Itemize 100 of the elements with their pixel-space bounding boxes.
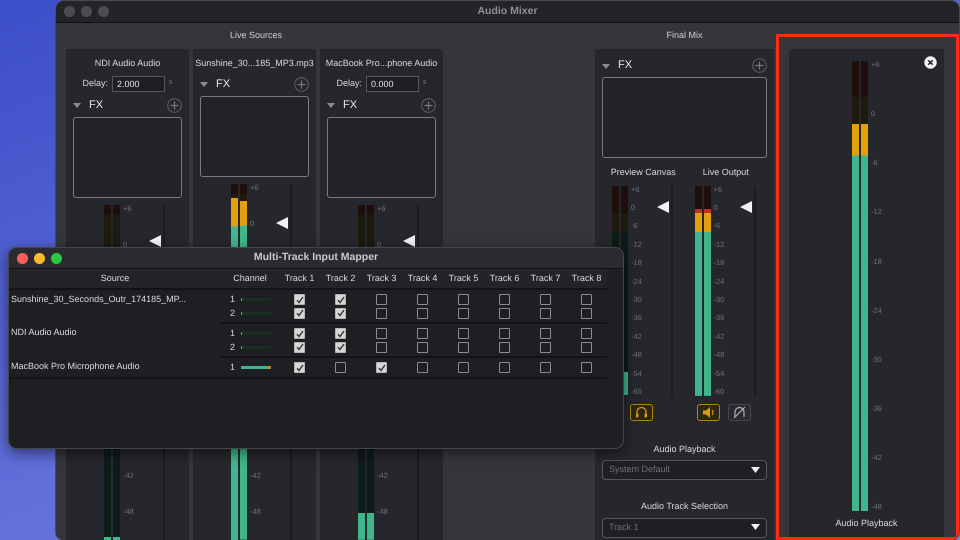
checkbox[interactable] <box>376 342 387 353</box>
checkbox[interactable] <box>581 294 592 306</box>
checkbox[interactable] <box>417 342 428 353</box>
checkbox[interactable] <box>417 328 428 340</box>
channel-number: 1 <box>230 293 236 306</box>
headphones-toggle[interactable] <box>630 404 653 420</box>
channel-number: 2 <box>230 340 236 354</box>
check-icon <box>378 364 386 372</box>
delay-input[interactable]: 0.000 <box>366 76 419 92</box>
channel-number: 2 <box>230 306 236 320</box>
checkbox[interactable] <box>540 308 551 319</box>
check-icon <box>296 364 304 372</box>
column-header: Track 4 <box>402 269 443 289</box>
section-heading: Live Sources <box>230 29 282 42</box>
add-icon[interactable] <box>294 76 309 92</box>
slashed-arc-toggle[interactable] <box>728 404 750 420</box>
column-header: Track 6 <box>484 269 525 289</box>
checkbox[interactable] <box>376 308 387 319</box>
checkbox[interactable] <box>540 294 551 306</box>
checkbox[interactable] <box>335 294 346 306</box>
caret-icon <box>751 466 760 474</box>
checkbox[interactable] <box>335 342 346 353</box>
window-title: Multi-Track Input Mapper <box>254 250 378 266</box>
checkbox[interactable] <box>376 294 387 306</box>
checkbox[interactable] <box>294 362 305 374</box>
checkbox[interactable] <box>499 308 510 319</box>
checkbox[interactable] <box>458 362 469 374</box>
checkbox[interactable] <box>294 328 305 340</box>
checkbox[interactable] <box>376 362 387 374</box>
checkbox[interactable] <box>335 362 346 374</box>
checkbox[interactable] <box>499 294 510 306</box>
disclosure-caret-icon[interactable] <box>327 101 335 109</box>
fx-label: FX <box>89 98 104 113</box>
column-header: Track 7 <box>525 269 566 289</box>
source-name: Sunshine_30...185_MP3.mp3 <box>195 57 314 70</box>
add-icon[interactable] <box>421 98 436 112</box>
checkbox[interactable] <box>376 328 387 340</box>
column-header: Source <box>9 269 221 289</box>
add-icon[interactable] <box>167 98 182 112</box>
checkbox[interactable] <box>294 342 305 353</box>
checkbox[interactable] <box>499 362 510 374</box>
checkbox[interactable] <box>417 362 428 374</box>
checkbox[interactable] <box>458 342 469 353</box>
fader-handle[interactable] <box>740 200 752 212</box>
output-label: Preview Canvas <box>610 166 676 179</box>
field-label: Audio Track Selection <box>640 500 728 513</box>
checkbox[interactable] <box>335 328 346 340</box>
disclosure-caret-icon[interactable] <box>73 101 81 109</box>
delay-label: Delay: <box>82 76 108 90</box>
slashed-arc-icon <box>732 404 746 420</box>
meter-caption: Audio Playback <box>835 517 898 530</box>
fader-handle[interactable] <box>276 216 288 229</box>
checkbox[interactable] <box>499 328 510 340</box>
checkbox[interactable] <box>458 308 469 319</box>
section-heading: Final Mix <box>666 29 702 42</box>
output-label: Live Output <box>702 166 749 179</box>
checkbox[interactable] <box>417 308 428 319</box>
column-header: Track 5 <box>443 269 484 289</box>
checkbox[interactable] <box>581 308 592 319</box>
column-header: Track 3 <box>361 269 402 289</box>
fader-handle[interactable] <box>657 200 669 212</box>
checkbox[interactable] <box>581 362 592 374</box>
field-label: Audio Playback <box>653 442 716 456</box>
add-icon[interactable] <box>752 58 767 73</box>
checkbox[interactable] <box>540 342 551 353</box>
delay-input[interactable]: 2.000 <box>112 76 165 92</box>
column-header: Track 1 <box>279 269 320 289</box>
source-name: NDI Audio Audio <box>9 323 221 357</box>
checkbox[interactable] <box>417 294 428 306</box>
minimize-button[interactable] <box>34 252 45 264</box>
close-icon[interactable] <box>924 56 937 69</box>
fader-handle[interactable] <box>149 235 161 248</box>
checkbox[interactable] <box>294 308 305 319</box>
close-button[interactable] <box>17 252 28 264</box>
speaker-icon <box>700 404 716 420</box>
column-header: Track 2 <box>320 269 361 289</box>
checkbox[interactable] <box>458 328 469 340</box>
disclosure-caret-icon[interactable] <box>602 62 610 70</box>
fx-label: FX <box>618 58 632 74</box>
checkbox[interactable] <box>458 294 469 306</box>
disclosure-caret-icon[interactable] <box>200 80 208 88</box>
source-name: MacBook Pro...phone Audio <box>326 57 438 70</box>
checkbox[interactable] <box>335 308 346 319</box>
window-title: Audio Mixer <box>477 4 538 19</box>
column-header: Track 8 <box>566 269 607 289</box>
fx-label: FX <box>216 76 230 92</box>
source-name: Sunshine_30_Seconds_Outr_174185_MP... <box>9 289 221 323</box>
checkbox[interactable] <box>581 342 592 353</box>
fader-handle[interactable] <box>403 235 415 248</box>
caret-icon <box>751 524 760 531</box>
checkbox[interactable] <box>540 328 551 340</box>
checkbox[interactable] <box>499 342 510 353</box>
checkbox[interactable] <box>294 294 305 306</box>
column-header: Channel <box>221 269 279 289</box>
checkbox[interactable] <box>540 362 551 374</box>
fx-label: FX <box>343 98 358 113</box>
checkbox[interactable] <box>581 328 592 340</box>
zoom-button[interactable] <box>51 252 62 264</box>
speaker-toggle[interactable] <box>696 404 720 420</box>
headphones-icon <box>634 404 649 420</box>
